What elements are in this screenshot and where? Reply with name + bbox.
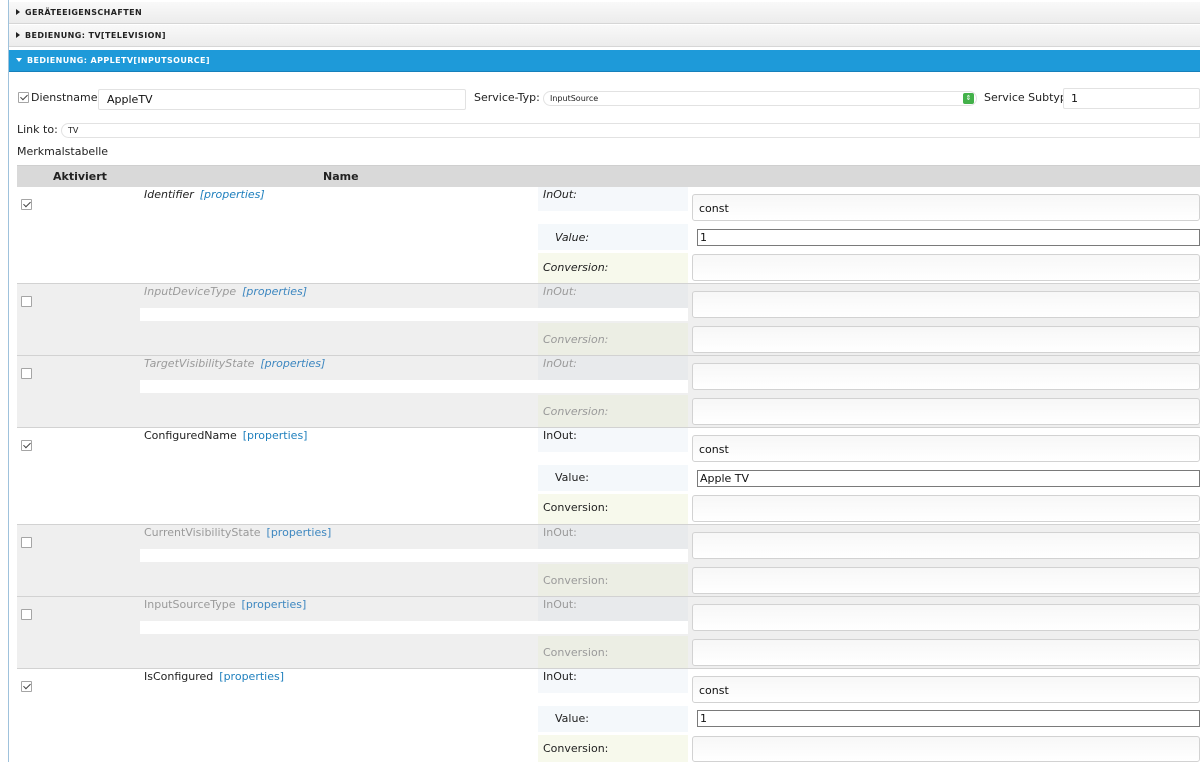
table-row: InputDeviceType [properties] InOut: Conve…	[17, 284, 1200, 356]
properties-link[interactable]: [properties]	[200, 188, 265, 201]
characteristic-name: Identifier [properties]	[144, 188, 265, 201]
inout-label: InOut:	[543, 598, 577, 611]
value-label: Value:	[555, 471, 589, 484]
conversion-label: Conversion:	[543, 501, 609, 514]
inout-field[interactable]	[692, 363, 1200, 390]
row-checkbox[interactable]	[21, 368, 32, 379]
page-frame: GERÄTEEIGENSCHAFTEN BEDIENUNG: TV[TELEVI…	[0, 0, 1200, 762]
dienstname-input[interactable]: AppleTV	[98, 89, 466, 110]
table-row: ConfiguredName [properties] InOut: const …	[17, 428, 1200, 525]
value-input[interactable]: 1	[697, 229, 1200, 246]
properties-link[interactable]: [properties]	[260, 357, 325, 370]
characteristic-name: TargetVisibilityState [properties]	[144, 357, 325, 370]
select-arrows-icon[interactable]: ⇕	[963, 93, 974, 104]
inout-label: InOut:	[543, 285, 577, 298]
properties-link[interactable]: [properties]	[267, 526, 332, 539]
triangle-down-icon	[16, 57, 22, 62]
accordion-bedienung-appletv[interactable]: BEDIENUNG: APPLETV[INPUTSOURCE]	[9, 50, 1200, 72]
inout-field[interactable]	[692, 291, 1200, 318]
description-bar	[140, 380, 688, 393]
table-row: InputSourceType [properties] InOut: Conve…	[17, 597, 1200, 669]
inout-field[interactable]: const	[692, 194, 1200, 221]
accordion-label: BEDIENUNG: TV[TELEVISION]	[25, 31, 166, 40]
row-checkbox[interactable]	[21, 609, 32, 620]
inout-field[interactable]	[692, 604, 1200, 631]
conversion-label: Conversion:	[543, 405, 609, 418]
row-checkbox[interactable]	[21, 681, 32, 692]
conversion-field[interactable]	[692, 495, 1200, 522]
characteristic-name: ConfiguredName [properties]	[144, 429, 307, 442]
conversion-label: Conversion:	[543, 261, 609, 274]
header-activated: Aktiviert	[53, 170, 107, 183]
triangle-right-icon	[16, 8, 20, 15]
description-bar	[140, 549, 688, 562]
service-subtyp-label: Service Subtyp:	[984, 91, 1071, 104]
row-name-text: CurrentVisibilityState	[144, 526, 261, 539]
inout-field[interactable]	[692, 532, 1200, 559]
row-name-text: InputSourceType	[144, 598, 236, 611]
table-row: CurrentVisibilityState [properties] InOut…	[17, 525, 1200, 597]
service-typ-label: Service-Typ:	[474, 91, 540, 104]
conversion-label: Conversion:	[543, 574, 609, 587]
header-name: Name	[323, 170, 359, 183]
conversion-field[interactable]	[692, 567, 1200, 594]
value-input[interactable]: Apple TV	[697, 470, 1200, 487]
conversion-field[interactable]	[692, 254, 1200, 281]
conversion-label: Conversion:	[543, 646, 609, 659]
inout-label: InOut:	[543, 188, 577, 201]
properties-link[interactable]: [properties]	[219, 670, 284, 683]
row-name-text: ConfiguredName	[144, 429, 237, 442]
characteristic-name: InputSourceType [properties]	[144, 598, 306, 611]
properties-link[interactable]: [properties]	[242, 285, 307, 298]
conversion-field[interactable]	[692, 736, 1200, 762]
row-checkbox[interactable]	[21, 537, 32, 548]
inout-label: InOut:	[543, 526, 577, 539]
link-to-label: Link to:	[17, 123, 58, 136]
accordion-label: GERÄTEEIGENSCHAFTEN	[25, 8, 143, 17]
triangle-right-icon	[16, 31, 20, 38]
characteristic-name: CurrentVisibilityState [properties]	[144, 526, 331, 539]
row-checkbox[interactable]	[21, 296, 32, 307]
table-row: Identifier [properties] InOut: const Valu…	[17, 187, 1200, 284]
conversion-field[interactable]	[692, 639, 1200, 666]
accordion-label: BEDIENUNG: APPLETV[INPUTSOURCE]	[27, 56, 210, 65]
row-name-text: Identifier	[144, 188, 194, 201]
value-input[interactable]: 1	[697, 710, 1200, 727]
table-title: Merkmalstabelle	[17, 145, 109, 158]
accordion-bedienung-tv[interactable]: BEDIENUNG: TV[TELEVISION]	[9, 25, 1200, 47]
inout-label: InOut:	[543, 429, 577, 442]
link-to-select[interactable]: TV	[61, 123, 1200, 138]
inout-label: InOut:	[543, 357, 577, 370]
table-row: TargetVisibilityState [properties] InOut:…	[17, 356, 1200, 428]
table-header: Aktiviert Name	[17, 165, 1200, 187]
properties-link[interactable]: [properties]	[242, 598, 307, 611]
service-enabled-checkbox[interactable]	[18, 92, 29, 103]
conversion-field[interactable]	[692, 326, 1200, 353]
characteristic-name: IsConfigured [properties]	[144, 670, 284, 683]
value-label: Value:	[555, 231, 590, 244]
conversion-field[interactable]	[692, 398, 1200, 425]
row-name-text: InputDeviceType	[144, 285, 237, 298]
conversion-label: Conversion:	[543, 742, 609, 755]
row-name-text: TargetVisibilityState	[144, 357, 255, 370]
properties-link[interactable]: [properties]	[243, 429, 308, 442]
description-bar	[140, 621, 688, 634]
left-border	[0, 0, 9, 762]
row-checkbox[interactable]	[21, 440, 32, 451]
dienstname-label: Dienstname:	[31, 91, 102, 104]
service-typ-select[interactable]: InputSource	[543, 91, 977, 106]
characteristic-name: InputDeviceType [properties]	[144, 285, 307, 298]
inout-label: InOut:	[543, 670, 577, 683]
conversion-label: Conversion:	[543, 333, 609, 346]
inout-field[interactable]: const	[692, 676, 1200, 703]
row-name-text: IsConfigured	[144, 670, 214, 683]
table-row: IsConfigured [properties] InOut: const Va…	[17, 669, 1200, 762]
row-checkbox[interactable]	[21, 199, 32, 210]
accordion-geraeteeigenschaften[interactable]: GERÄTEEIGENSCHAFTEN	[9, 2, 1200, 24]
value-label: Value:	[555, 712, 589, 725]
inout-field[interactable]: const	[692, 435, 1200, 462]
description-bar	[140, 308, 688, 321]
service-subtyp-input[interactable]: 1	[1063, 88, 1200, 109]
